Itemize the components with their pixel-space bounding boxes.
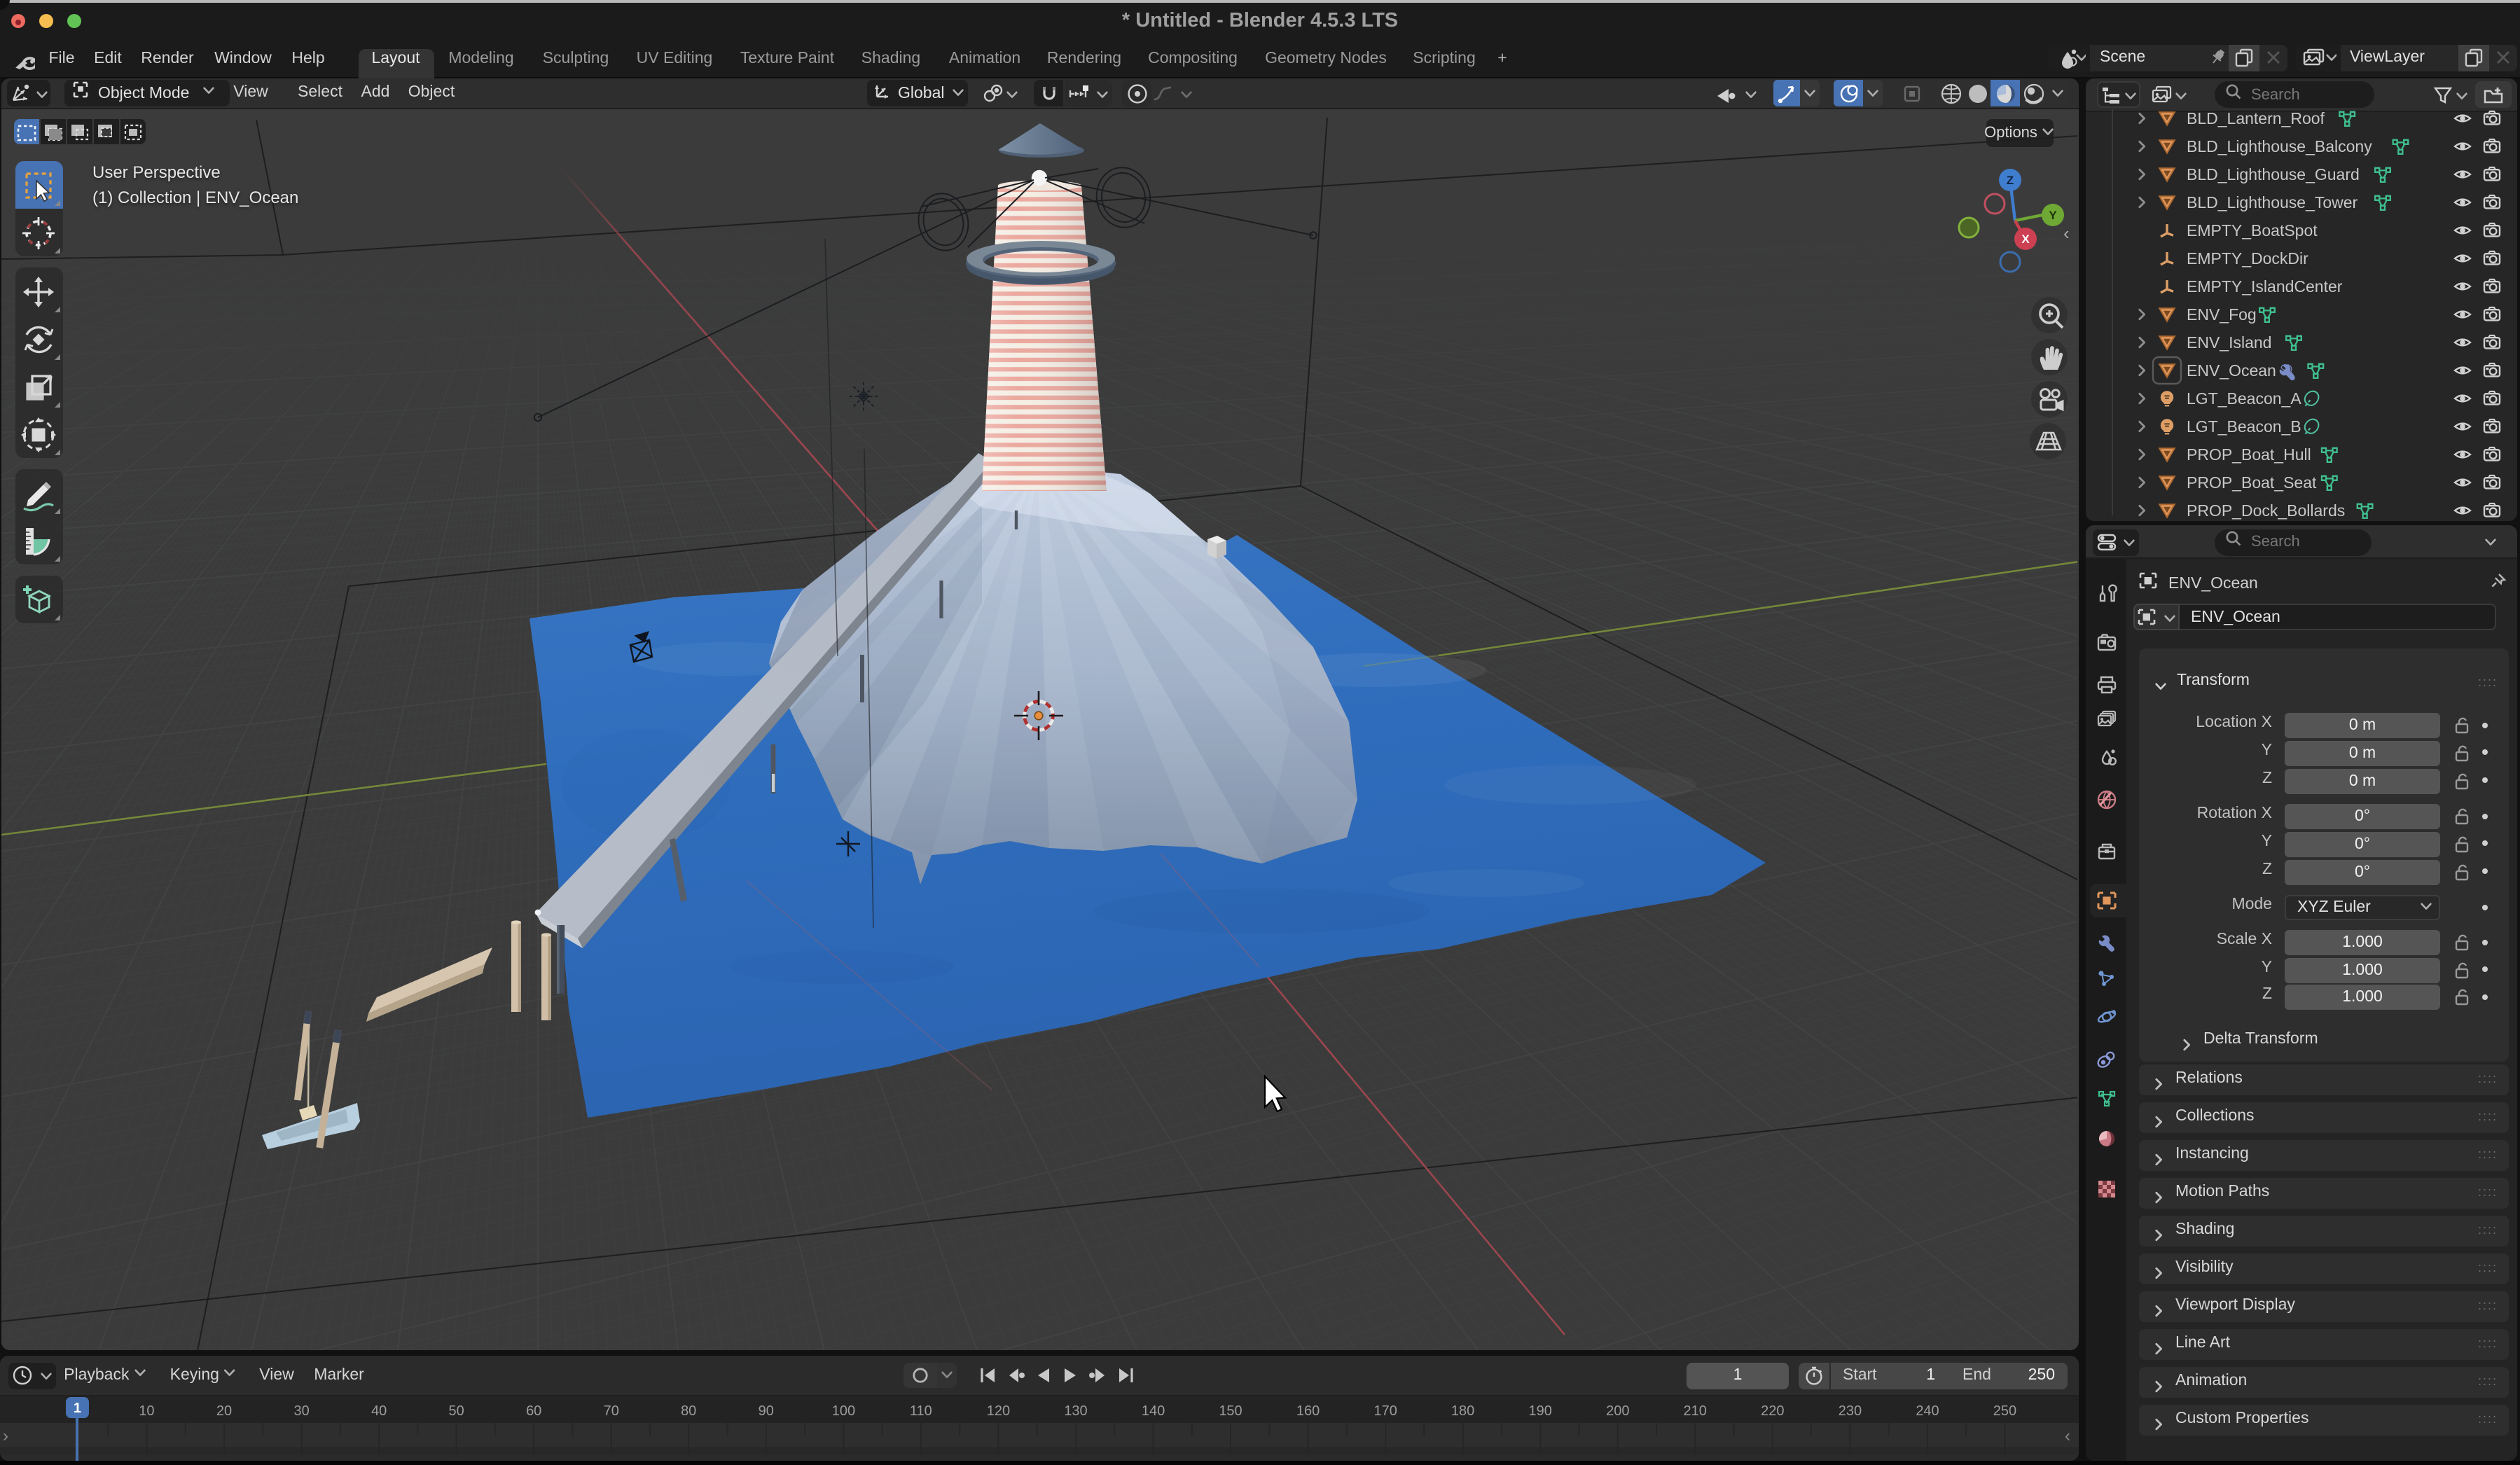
svg-text:60: 60 (526, 1403, 541, 1418)
svg-text:110: 110 (910, 1403, 932, 1418)
svg-text:80: 80 (681, 1403, 696, 1418)
svg-text:BLD_Lighthouse_Guard: BLD_Lighthouse_Guard (2187, 165, 2360, 183)
svg-text:PROP_Boat_Hull: PROP_Boat_Hull (2187, 445, 2311, 463)
svg-text:50: 50 (448, 1403, 464, 1418)
svg-text:EMPTY_DockDir: EMPTY_DockDir (2187, 249, 2308, 267)
svg-text:120: 120 (987, 1403, 1010, 1418)
svg-text:LGT_Beacon_A: LGT_Beacon_A (2187, 389, 2301, 407)
svg-text:20: 20 (216, 1403, 232, 1418)
svg-text:90: 90 (759, 1403, 774, 1418)
svg-text:EMPTY_IslandCenter: EMPTY_IslandCenter (2187, 277, 2343, 295)
svg-text:140: 140 (1142, 1403, 1165, 1418)
svg-text:10: 10 (139, 1403, 154, 1418)
svg-text:190: 190 (1529, 1403, 1552, 1418)
svg-text:ENV_Ocean: ENV_Ocean (2187, 361, 2276, 379)
svg-text:150: 150 (1219, 1403, 1242, 1418)
svg-text:1: 1 (74, 1400, 81, 1415)
svg-text:40: 40 (371, 1403, 387, 1418)
svg-text:70: 70 (604, 1403, 619, 1418)
svg-text:LGT_Beacon_B: LGT_Beacon_B (2187, 417, 2301, 435)
svg-text:170: 170 (1374, 1403, 1397, 1418)
svg-text:160: 160 (1296, 1403, 1320, 1418)
svg-text:180: 180 (1451, 1403, 1474, 1418)
svg-text:ENV_Fog: ENV_Fog (2187, 305, 2257, 323)
svg-text:200: 200 (1606, 1403, 1629, 1418)
svg-text:210: 210 (1684, 1403, 1707, 1418)
svg-text:230: 230 (1839, 1403, 1862, 1418)
svg-text:240: 240 (1916, 1403, 1939, 1418)
svg-text:220: 220 (1761, 1403, 1784, 1418)
svg-text:30: 30 (293, 1403, 309, 1418)
svg-text:X: X (2021, 232, 2030, 245)
svg-text:PROP_Boat_Seat: PROP_Boat_Seat (2187, 473, 2317, 491)
svg-text:250: 250 (1993, 1403, 2016, 1418)
svg-text:Z: Z (2007, 173, 2014, 186)
svg-text:130: 130 (1064, 1403, 1087, 1418)
svg-text:Y: Y (2049, 208, 2057, 221)
svg-text:PROP_Dock_Bollards: PROP_Dock_Bollards (2187, 501, 2345, 519)
svg-text:BLD_Lantern_Roof: BLD_Lantern_Roof (2187, 109, 2325, 127)
svg-text:100: 100 (832, 1403, 855, 1418)
svg-text:ENV_Island: ENV_Island (2187, 333, 2271, 351)
svg-text:EMPTY_BoatSpot: EMPTY_BoatSpot (2187, 221, 2318, 239)
svg-text:BLD_Lighthouse_Tower: BLD_Lighthouse_Tower (2187, 193, 2358, 211)
svg-text:BLD_Lighthouse_Balcony: BLD_Lighthouse_Balcony (2187, 137, 2372, 155)
